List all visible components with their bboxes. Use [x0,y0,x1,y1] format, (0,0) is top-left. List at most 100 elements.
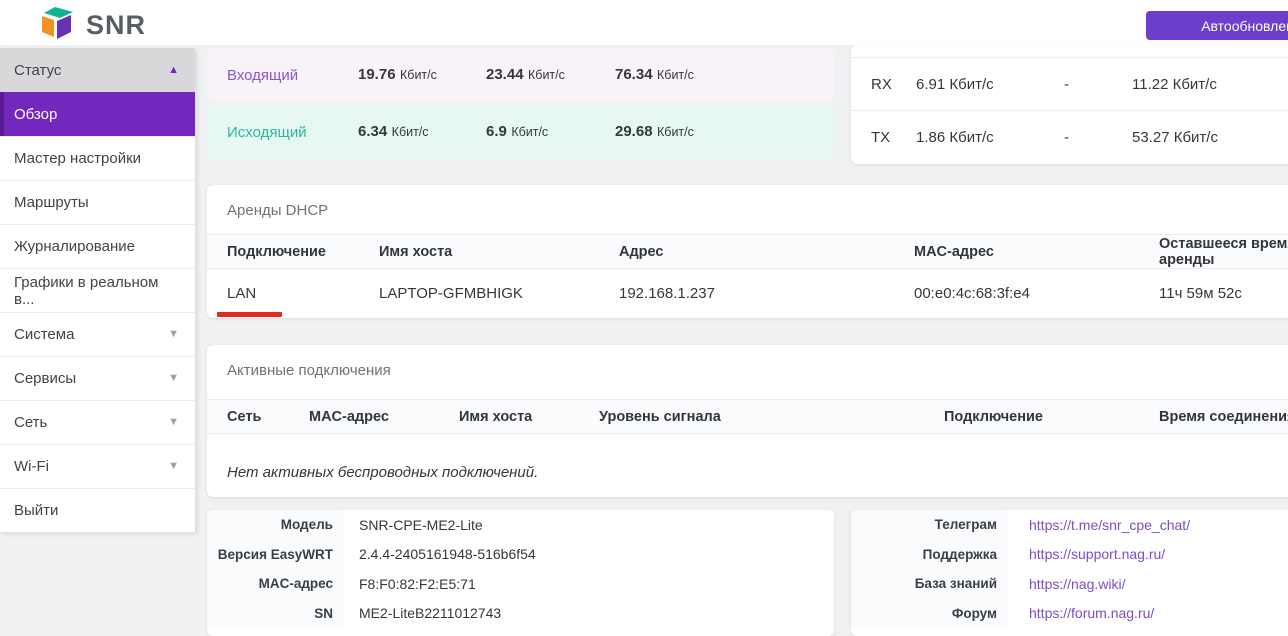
tx-value-3: 53.27 Кбит/с [1132,129,1288,146]
link-row-wiki: База знаний https://nag.wiki/ [851,569,1288,599]
col-header-hostname: Имя хоста [459,409,599,425]
connections-table-header: Сеть MAC-адрес Имя хоста Уровень сигнала… [207,399,1288,434]
chevron-down-icon: ▼ [168,461,179,472]
autoupdate-button[interactable]: Автообновление в [1146,11,1288,40]
link-row-telegram: Телеграм https://t.me/snr_cpe_chat/ [851,510,1288,540]
sidebar: Статус ▲ Обзор Мастер настройки Маршруты… [0,48,195,532]
rxtx-card: RX 6.91 Кбит/с - 11.22 Кбит/с TX 1.86 Кб… [851,45,1288,164]
col-header-signal: Уровень сигнала [599,409,944,425]
snr-logo-icon [40,6,78,44]
traffic-row-outgoing: Исходящий 6.34 Кбит/с 6.9 Кбит/с 29.68 К… [207,105,834,159]
traffic-value: 19.76 Кбит/с [358,66,486,84]
col-header-mac: MAC-адрес [914,244,1159,260]
support-links-card: Телеграм https://t.me/snr_cpe_chat/ Подд… [851,510,1288,636]
col-header-uptime: Время соединения [1159,409,1288,425]
info-row-model: Модель SNR-CPE-ME2-Lite [207,510,834,540]
info-label: Модель [207,510,343,540]
rx-value-2: - [1064,76,1132,93]
dhcp-table-row: LAN LAPTOP-GFMBHIGK 192.168.1.237 00:e0:… [207,269,1288,318]
dhcp-address-cell: 192.168.1.237 [619,285,914,302]
info-value: F8:F0:82:F2:E5:71 [343,576,834,592]
dhcp-connection-cell: LAN [227,269,379,318]
sidebar-item-setup-wizard[interactable]: Мастер настройки [0,136,195,180]
rx-value-3: 11.22 Кбит/с [1132,76,1288,93]
link-row-forum: Форум https://forum.nag.ru/ [851,599,1288,629]
active-connections-card: Активные подключения Сеть MAC-адрес Имя … [207,345,1288,497]
traffic-card: Входящий 19.76 Кбит/с 23.44 Кбит/с 76.34… [207,48,834,159]
info-value: ME2-LiteB2211012743 [343,605,834,621]
sidebar-item-label: Сеть [14,414,47,431]
col-header-connection: Подключение [227,244,379,260]
link-cell: https://t.me/snr_cpe_chat/ [1007,517,1288,533]
dhcp-table-header: Подключение Имя хоста Адрес MAC-адрес Ос… [207,234,1288,269]
link-cell: https://support.nag.ru/ [1007,546,1288,562]
sidebar-item-label: Графики в реальном в... [14,274,179,308]
traffic-value: 6.34 Кбит/с [358,123,486,141]
info-label: SN [207,599,343,629]
dhcp-connection-value: LAN [227,285,256,302]
col-header-time-left: Оставшееся время аренды [1159,236,1288,268]
col-header-address: Адрес [619,244,914,260]
sidebar-item-system[interactable]: Система ▼ [0,312,195,356]
rxtx-card-clipped-top [851,45,1288,57]
sidebar-item-services[interactable]: Сервисы ▼ [0,356,195,400]
sidebar-item-label: Выйти [14,502,58,519]
info-label: Форум [851,599,1007,629]
col-header-hostname: Имя хоста [379,244,619,260]
tx-value-2: - [1064,129,1132,146]
traffic-label: Исходящий [227,124,358,141]
sidebar-item-status[interactable]: Статус ▲ [0,48,195,92]
dhcp-hostname-cell: LAPTOP-GFMBHIGK [379,285,619,302]
link-cell: https://forum.nag.ru/ [1007,605,1288,621]
connections-card-title: Активные подключения [207,345,1288,379]
dhcp-mac-cell: 00:e0:4c:68:3f:e4 [914,285,1159,302]
info-label: MAC-адрес [207,569,343,599]
sidebar-item-label: Wi-Fi [14,458,49,475]
traffic-value: 6.9 Кбит/с [486,123,615,141]
telegram-link[interactable]: https://t.me/snr_cpe_chat/ [1029,517,1190,533]
red-underline-indicator [217,312,282,317]
tx-label: TX [871,129,916,146]
sidebar-item-realtime-graphs[interactable]: Графики в реальном в... [0,268,195,312]
link-cell: https://nag.wiki/ [1007,576,1288,592]
traffic-value: 76.34 Кбит/с [615,66,834,84]
traffic-row-incoming: Входящий 19.76 Кбит/с 23.44 Кбит/с 76.34… [207,48,834,102]
sidebar-item-wifi[interactable]: Wi-Fi ▼ [0,444,195,488]
traffic-label: Входящий [227,67,358,84]
sidebar-item-logging[interactable]: Журналирование [0,224,195,268]
col-header-mac: MAC-адрес [309,409,459,425]
logo-text: SNR [86,10,146,41]
forum-link[interactable]: https://forum.nag.ru/ [1029,605,1154,621]
snr-logo[interactable]: SNR [40,6,146,44]
dhcp-leases-card: Аренды DHCP Подключение Имя хоста Адрес … [207,185,1288,318]
chevron-down-icon: ▼ [168,329,179,340]
sidebar-item-label: Обзор [14,106,57,123]
info-row-sn: SN ME2-LiteB2211012743 [207,599,834,629]
info-value: 2.4.4-2405161948-516b6f54 [343,546,834,562]
knowledge-base-link[interactable]: https://nag.wiki/ [1029,576,1126,592]
sidebar-item-label: Статус [14,62,61,79]
rx-label: RX [871,76,916,93]
support-link[interactable]: https://support.nag.ru/ [1029,546,1165,562]
sidebar-item-overview[interactable]: Обзор [0,92,195,136]
info-row-mac: MAC-адрес F8:F0:82:F2:E5:71 [207,569,834,599]
chevron-up-icon: ▲ [168,65,179,76]
info-label: Поддержка [851,540,1007,570]
rx-row: RX 6.91 Кбит/с - 11.22 Кбит/с [851,57,1288,110]
sidebar-item-network[interactable]: Сеть ▼ [0,400,195,444]
sidebar-item-label: Мастер настройки [14,150,141,167]
info-label: Телеграм [851,510,1007,540]
sidebar-item-label: Сервисы [14,370,76,387]
sidebar-item-label: Система [14,326,74,343]
tx-row: TX 1.86 Кбит/с - 53.27 Кбит/с [851,110,1288,163]
col-header-connection: Подключение [944,409,1159,425]
info-row-firmware: Версия EasyWRT 2.4.4-2405161948-516b6f54 [207,540,834,570]
link-row-support: Поддержка https://support.nag.ru/ [851,540,1288,570]
chevron-down-icon: ▼ [168,417,179,428]
dhcp-time-left-cell: 11ч 59м 52с [1159,285,1288,302]
sidebar-item-label: Маршруты [14,194,89,211]
sidebar-item-logout[interactable]: Выйти [0,488,195,532]
sidebar-item-routes[interactable]: Маршруты [0,180,195,224]
traffic-value: 23.44 Кбит/с [486,66,615,84]
info-label: База знаний [851,569,1007,599]
